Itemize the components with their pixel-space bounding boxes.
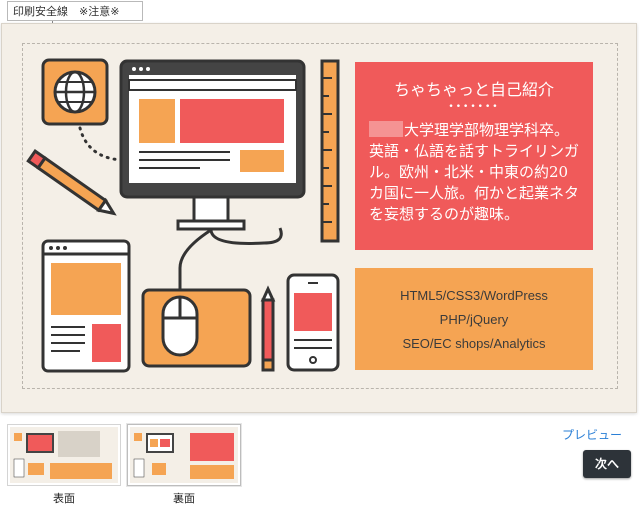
thumbnail-back-label: 裏面 xyxy=(173,492,195,505)
thumbnail-back[interactable] xyxy=(127,424,241,486)
blurred-name-mask xyxy=(369,121,403,137)
ruler-icon xyxy=(320,59,340,243)
mouse-pad-icon xyxy=(141,288,252,368)
smartphone-icon xyxy=(286,273,340,372)
preview-link[interactable]: プレビュー xyxy=(562,426,622,443)
intro-divider: ••••••• xyxy=(448,102,500,112)
monitor-icon xyxy=(119,59,306,231)
pencil-icon xyxy=(26,149,117,216)
intro-title: ちゃちゃっと自己紹介 xyxy=(393,80,554,99)
globe-icon xyxy=(41,58,109,126)
small-pencil-icon xyxy=(260,285,276,372)
skills-box[interactable]: HTML5/CSS3/WordPress PHP/jQuery SEO/EC s… xyxy=(355,268,593,370)
skills-line: HTML5/CSS3/WordPress xyxy=(400,288,548,303)
next-button[interactable]: 次へ xyxy=(583,450,631,478)
tablet-icon xyxy=(41,239,131,373)
skills-line: PHP/jQuery xyxy=(439,312,509,327)
mouse-cable xyxy=(178,227,283,298)
skills-line: SEO/EC shops/Analytics xyxy=(402,336,546,351)
thumbnail-front-label: 表面 xyxy=(53,492,75,505)
intro-box[interactable]: ちゃちゃっと自己紹介 ••••••• 大学理学部物理学科卒。英語・仏語を話すトラ… xyxy=(355,62,593,250)
thumbnail-back-preview xyxy=(130,427,238,483)
thumbnail-front-preview xyxy=(10,427,118,483)
thumbnail-front[interactable] xyxy=(7,424,121,486)
dotted-connector xyxy=(78,126,124,162)
